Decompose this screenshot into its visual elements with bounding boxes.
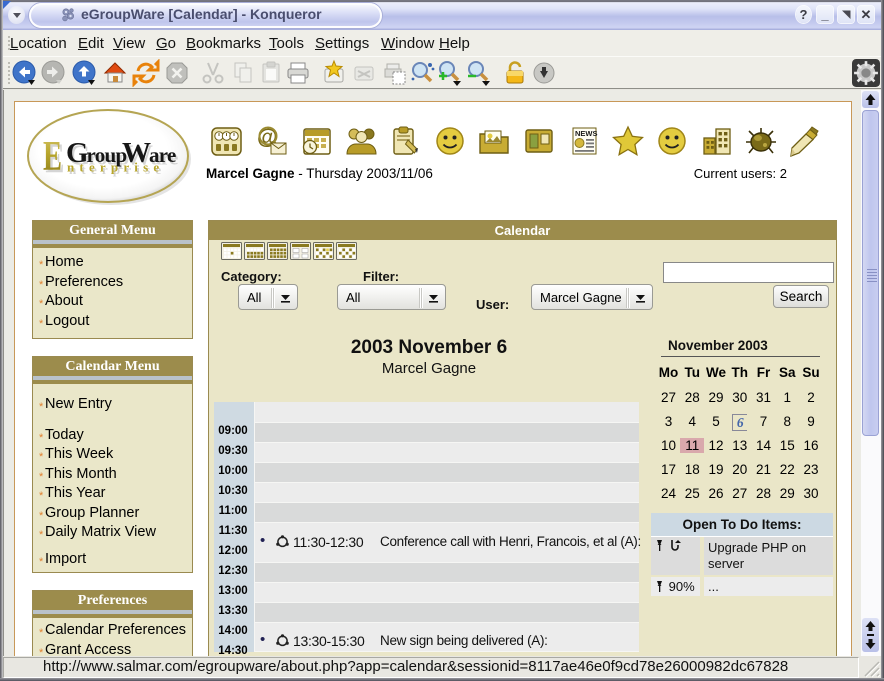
svg-text:nterprise: nterprise: [67, 160, 164, 175]
svg-text:NEWS: NEWS: [575, 129, 598, 138]
svg-text:E: E: [43, 133, 62, 180]
